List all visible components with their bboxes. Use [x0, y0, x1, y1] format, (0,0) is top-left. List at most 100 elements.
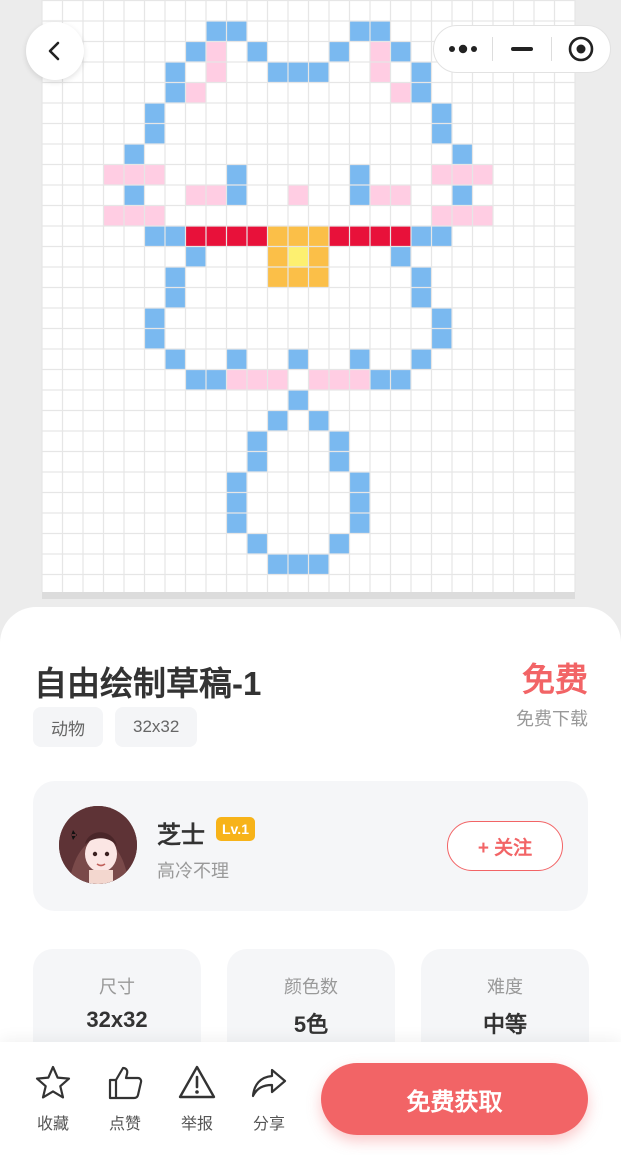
pixel-cell [226, 349, 247, 370]
pixel-cell [185, 185, 206, 206]
pixel-cell [370, 369, 391, 390]
pixel-art-canvas [41, 0, 576, 599]
share-icon [251, 1068, 287, 1098]
pixel-cell [247, 41, 268, 62]
pixel-cell [452, 205, 473, 226]
like-button[interactable]: 点赞 [100, 1064, 150, 1134]
pixel-cell [370, 62, 391, 83]
pixel-cell [308, 246, 329, 267]
pixel-cell [247, 451, 268, 472]
pixel-cell [185, 226, 206, 247]
pixel-cell [431, 226, 452, 247]
pixel-cell [247, 226, 268, 247]
back-button[interactable] [26, 22, 84, 80]
thumbs-up-icon [108, 1066, 143, 1100]
pixel-cell [103, 164, 124, 185]
stat-value: 32x32 [86, 1007, 148, 1032]
canvas-bottom-edge [42, 592, 575, 599]
author-card[interactable]: 芝士 Lv.1 高冷不理 + 关注 [33, 781, 588, 911]
pixel-cell [226, 21, 247, 42]
mini-program-capsule [433, 25, 611, 73]
pixel-cell [226, 185, 247, 206]
pixel-cell [349, 164, 370, 185]
pixel-cell [472, 164, 493, 185]
pixel-cell [226, 226, 247, 247]
pixel-cell [165, 287, 186, 308]
pixel-cell [308, 226, 329, 247]
pixel-cell [431, 123, 452, 144]
pixel-cell [452, 185, 473, 206]
avatar[interactable] [59, 806, 137, 884]
pixel-cell [452, 164, 473, 185]
pixel-cell [390, 369, 411, 390]
pixel-cell [185, 246, 206, 267]
pixel-cell [124, 164, 145, 185]
minimize-button[interactable] [493, 26, 551, 72]
pixel-cell [165, 226, 186, 247]
pixel-cell [411, 62, 432, 83]
pixel-cell [329, 226, 350, 247]
tag-list: 动物 32x32 [33, 707, 198, 747]
pixel-cell [349, 21, 370, 42]
pixel-cell [431, 205, 452, 226]
follow-button[interactable]: + 关注 [447, 821, 563, 871]
level-badge: Lv.1 [216, 817, 255, 841]
pixel-cell [288, 390, 309, 411]
pixel-cell [144, 328, 165, 349]
pixel-cell [472, 205, 493, 226]
pixel-cell [329, 533, 350, 554]
pixel-cell [165, 82, 186, 103]
report-button[interactable]: 举报 [172, 1064, 222, 1134]
share-button[interactable]: 分享 [244, 1064, 294, 1134]
pixel-cell [185, 369, 206, 390]
pixel-cell [329, 451, 350, 472]
stat-label: 尺寸 [99, 977, 135, 997]
pixel-cell [390, 82, 411, 103]
pixel-cell [247, 431, 268, 452]
pixel-cell [226, 164, 247, 185]
pixel-cell [411, 267, 432, 288]
pixel-cell [370, 226, 391, 247]
pixel-cell [144, 205, 165, 226]
pixel-cell [206, 21, 227, 42]
pixel-cell [411, 349, 432, 370]
artwork-title: 自由绘制草稿-1 [34, 665, 262, 702]
avatar-image [59, 806, 137, 884]
star-icon [35, 1065, 71, 1099]
pixel-cell [288, 246, 309, 267]
pixel-cell [390, 246, 411, 267]
pixel-cell [308, 267, 329, 288]
tag-category[interactable]: 动物 [33, 707, 103, 747]
pixel-cell [267, 62, 288, 83]
pixel-cell [226, 369, 247, 390]
pixel-cell [267, 246, 288, 267]
pixel-cell [206, 185, 227, 206]
tag-size[interactable]: 32x32 [115, 707, 198, 747]
pixel-cell [267, 226, 288, 247]
pixel-cell [288, 62, 309, 83]
target-icon [568, 36, 594, 62]
author-name[interactable]: 芝士 [157, 815, 205, 850]
more-button[interactable] [434, 26, 492, 72]
pixel-cell [288, 554, 309, 575]
pixel-cell [390, 41, 411, 62]
pixel-cell [370, 21, 391, 42]
favorite-label: 收藏 [36, 1116, 69, 1133]
pixel-cell [390, 185, 411, 206]
warning-icon [178, 1065, 216, 1099]
stat-label: 颜色数 [284, 977, 338, 997]
pixel-cell [431, 308, 452, 329]
pixel-cell [349, 472, 370, 493]
more-dots-icon [449, 44, 477, 54]
pixel-cell [370, 185, 391, 206]
favorite-button[interactable]: 收藏 [28, 1064, 78, 1134]
pixel-cell [103, 205, 124, 226]
pixel-cell [267, 554, 288, 575]
author-bio: 高冷不理 [157, 861, 229, 881]
close-button[interactable] [552, 26, 610, 72]
pixel-cell [288, 226, 309, 247]
get-free-button[interactable]: 免费获取 [321, 1063, 588, 1135]
pixel-cell [267, 410, 288, 431]
pixel-cell [206, 41, 227, 62]
pixel-cell [288, 267, 309, 288]
